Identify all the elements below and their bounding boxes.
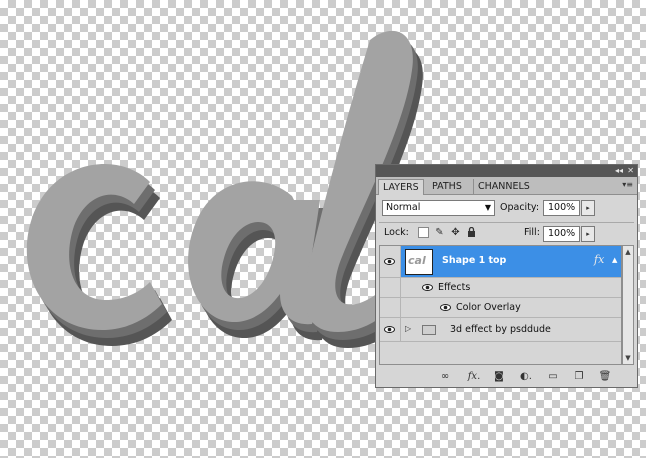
layer-row-3d-effect-group[interactable]: ▷ 3d effect by psddude (380, 318, 621, 342)
eye-icon[interactable] (384, 326, 395, 333)
chevron-down-icon: ▼ (484, 203, 491, 212)
group-name[interactable]: 3d effect by psddude (450, 324, 551, 335)
adjustment-icon[interactable]: ◐. (518, 370, 534, 384)
lock-move-icon[interactable]: ✥ (450, 227, 461, 238)
opacity-slider-button[interactable]: ▸ (581, 200, 595, 216)
fx-icon[interactable]: fx. (464, 370, 484, 384)
mask-icon[interactable]: ◙ (492, 370, 506, 384)
fill-field[interactable]: 100% (543, 226, 580, 242)
eye-icon[interactable] (422, 284, 433, 291)
layer-row-effects[interactable]: Effects (380, 278, 621, 298)
lock-brush-icon[interactable]: ✎ (434, 227, 445, 238)
tab-channels[interactable]: CHANNELS (473, 179, 534, 194)
tab-layers[interactable]: LAYERS (378, 179, 424, 195)
layer-row-shape-1-top[interactable]: cal Shape 1 top fx ▲ (380, 246, 621, 278)
divider (379, 222, 634, 223)
panel-footer: ∞ fx. ◙ ◐. ▭ ❐ 🗑 (376, 367, 637, 387)
trash-icon[interactable]: 🗑 (598, 370, 612, 384)
eye-icon[interactable] (440, 304, 451, 311)
tab-paths[interactable]: PATHS (428, 179, 466, 194)
layer-row-color-overlay[interactable]: Color Overlay (380, 298, 621, 318)
new-layer-icon[interactable]: ❐ (572, 370, 586, 384)
panel-titlebar[interactable]: ◂◂ ✕ (376, 165, 637, 177)
fill-label: Fill: (524, 227, 540, 238)
folder-icon (422, 325, 436, 335)
layers-scrollbar[interactable]: ▲ ▼ (622, 245, 634, 365)
close-icon[interactable]: ✕ (627, 166, 634, 175)
collapse-icon[interactable]: ◂◂ (615, 166, 623, 175)
panel-tabs: LAYERS PATHS CHANNELS ▾≡ (376, 177, 637, 195)
lock-row: Lock: ✎ ✥ Fill: 100% ▸ (376, 225, 637, 243)
eye-icon[interactable] (384, 258, 395, 265)
text-face (26, 30, 413, 333)
color-overlay-label: Color Overlay (456, 302, 521, 313)
layer-name[interactable]: Shape 1 top (442, 255, 506, 266)
thumbnail-text: cal (408, 254, 426, 267)
blend-mode-value: Normal (386, 202, 421, 213)
layers-list: cal Shape 1 top fx ▲ Effects Color Overl… (379, 245, 622, 365)
blend-mode-select[interactable]: Normal ▼ (382, 200, 495, 216)
collapse-effects-icon[interactable]: ▲ (612, 256, 617, 264)
lock-all-icon[interactable] (466, 226, 477, 238)
link-icon[interactable]: ∞ (436, 370, 454, 384)
fx-icon[interactable]: fx (594, 253, 604, 266)
fill-slider-button[interactable]: ▸ (581, 226, 595, 242)
visibility-column (380, 318, 401, 341)
group-icon[interactable]: ▭ (546, 370, 560, 384)
lock-transparency-icon[interactable] (418, 227, 429, 238)
opacity-field[interactable]: 100% (543, 200, 580, 216)
expand-triangle-icon[interactable]: ▷ (405, 324, 411, 333)
blend-row: Normal ▼ Opacity: 100% ▸ (376, 199, 637, 219)
visibility-column (380, 278, 401, 297)
scroll-up-icon[interactable]: ▲ (623, 248, 633, 256)
layer-thumbnail: cal (405, 249, 433, 275)
effects-label: Effects (438, 282, 471, 293)
opacity-label: Opacity: (500, 202, 540, 213)
panel-menu-icon[interactable]: ▾≡ (622, 180, 633, 189)
scroll-down-icon[interactable]: ▼ (623, 354, 633, 362)
layers-panel: ◂◂ ✕ LAYERS PATHS CHANNELS ▾≡ Normal ▼ O… (375, 164, 638, 388)
visibility-column (380, 246, 401, 277)
lock-label: Lock: (384, 227, 409, 238)
visibility-column (380, 298, 401, 317)
